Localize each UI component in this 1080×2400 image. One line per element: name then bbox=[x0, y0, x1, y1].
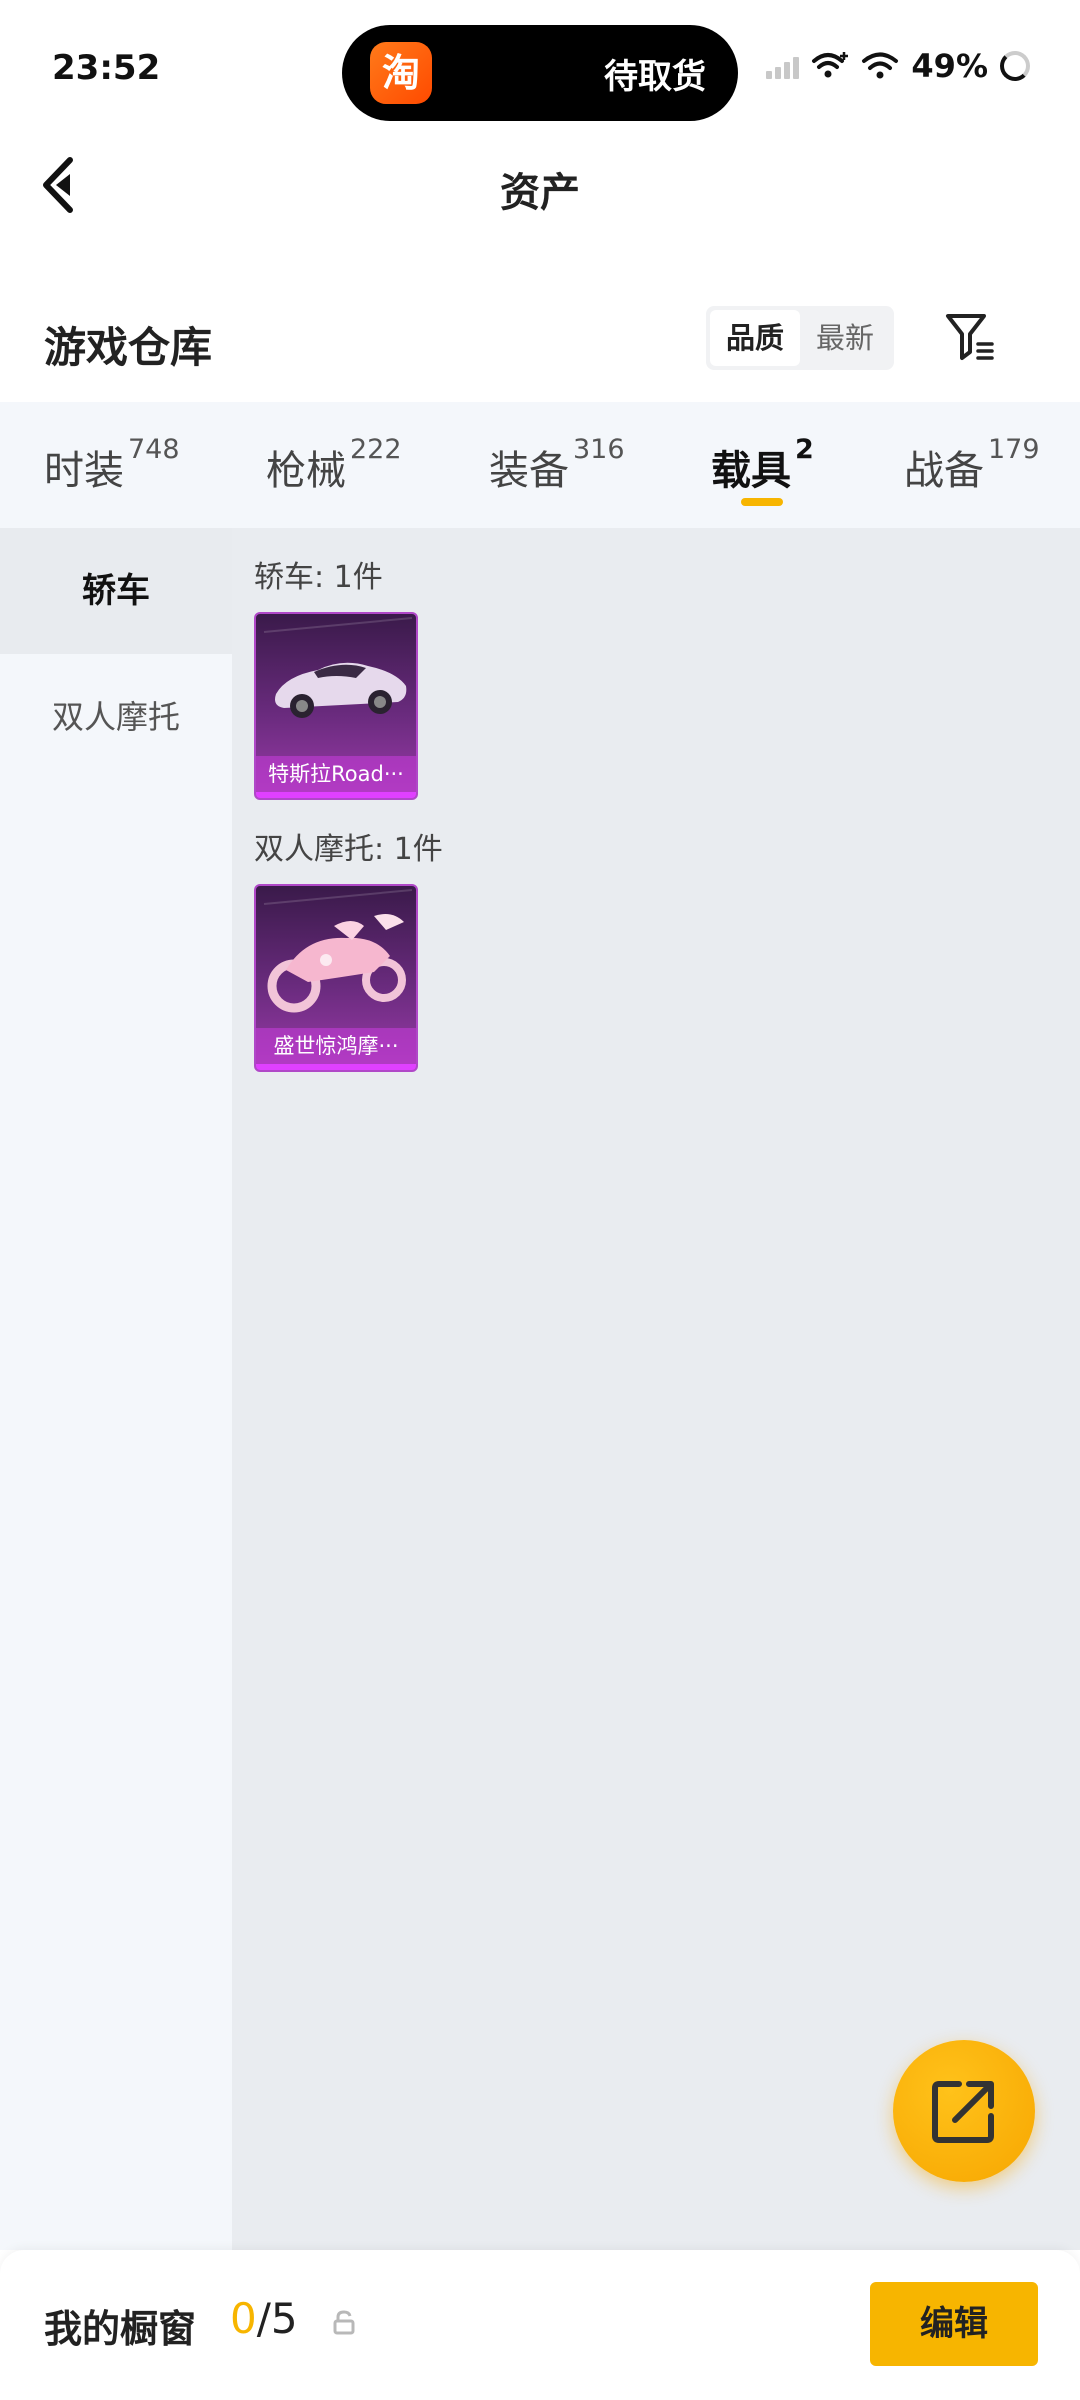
item-content: 轿车: 1件 特斯拉Road··· 双人摩托: 1件 盛世惊鸿摩··· bbox=[232, 528, 1080, 2250]
tab-count: 222 bbox=[350, 434, 402, 465]
warehouse-header: 游戏仓库 品质 最新 bbox=[0, 290, 1080, 400]
group-label-motorcycle: 双人摩托: 1件 bbox=[254, 832, 443, 867]
motorcycle-image bbox=[263, 889, 413, 1013]
tab-fashion[interactable]: 时装 748 bbox=[44, 434, 180, 496]
sidebar-item-sedan[interactable]: 轿车 bbox=[0, 528, 232, 654]
showcase-count: 0/5 bbox=[230, 2294, 298, 2343]
tab-vehicles[interactable]: 载具 2 bbox=[711, 434, 814, 496]
showcase-bar: 我的橱窗 0/5 编辑 bbox=[0, 2250, 1080, 2400]
nav-header: 资产 bbox=[0, 130, 1080, 240]
cellular-signal-icon bbox=[766, 53, 800, 79]
active-tab-indicator bbox=[741, 498, 783, 506]
lock-icon bbox=[333, 2310, 355, 2335]
tab-label: 装备 bbox=[489, 448, 569, 494]
group-label-sedan: 轿车: 1件 bbox=[254, 560, 383, 595]
tab-count: 2 bbox=[795, 434, 814, 465]
tab-label: 时装 bbox=[44, 448, 124, 494]
battery-ring-icon bbox=[1000, 51, 1030, 81]
battery-percentage: 49% bbox=[911, 47, 988, 85]
share-fab-button[interactable] bbox=[893, 2040, 1035, 2182]
page-title: 资产 bbox=[500, 170, 580, 216]
wifi-plus-icon bbox=[812, 52, 849, 78]
tab-equipment[interactable]: 装备 316 bbox=[489, 434, 625, 496]
status-time: 23:52 bbox=[52, 48, 161, 88]
item-name: 特斯拉Road··· bbox=[256, 756, 416, 792]
item-card-motorcycle[interactable]: 盛世惊鸿摩··· bbox=[254, 884, 418, 1072]
taobao-app-icon: 淘 bbox=[370, 42, 432, 104]
sort-quality-button[interactable]: 品质 bbox=[710, 310, 800, 366]
tab-label: 枪械 bbox=[266, 448, 346, 494]
tab-count: 748 bbox=[128, 434, 180, 465]
edit-button[interactable]: 编辑 bbox=[870, 2282, 1038, 2366]
warehouse-title: 游戏仓库 bbox=[44, 323, 213, 372]
tab-guns[interactable]: 枪械 222 bbox=[266, 434, 402, 496]
sidebar-item-two-seat-motorcycle[interactable]: 双人摩托 bbox=[0, 654, 232, 780]
tab-count: 179 bbox=[988, 434, 1040, 465]
share-external-icon bbox=[932, 2081, 994, 2143]
showcase-total: /5 bbox=[256, 2294, 298, 2343]
rarity-bar bbox=[256, 792, 416, 798]
category-tabs: 时装 748 枪械 222 装备 316 载具 2 战备 179 bbox=[0, 402, 1080, 528]
tab-label: 战备 bbox=[904, 448, 984, 494]
sort-toggle: 品质 最新 bbox=[706, 306, 894, 370]
filter-button[interactable] bbox=[940, 308, 1000, 368]
sub-category-sidebar: 轿车 双人摩托 bbox=[0, 528, 232, 2250]
tab-label: 载具 bbox=[711, 448, 791, 494]
island-status-text: 待取货 bbox=[604, 57, 706, 97]
status-bar: 23:52 淘 待取货 49% bbox=[0, 0, 1080, 130]
filter-icon bbox=[946, 314, 994, 360]
sort-newest-button[interactable]: 最新 bbox=[800, 310, 890, 366]
item-card-tesla[interactable]: 特斯拉Road··· bbox=[254, 612, 418, 800]
item-name: 盛世惊鸿摩··· bbox=[256, 1028, 416, 1064]
sports-car-image bbox=[263, 617, 413, 718]
rarity-bar bbox=[256, 1064, 416, 1070]
tab-combat-gear[interactable]: 战备 179 bbox=[904, 434, 1040, 496]
showcase-current-count: 0 bbox=[230, 2294, 257, 2343]
dynamic-island[interactable]: 淘 待取货 bbox=[342, 25, 738, 121]
showcase-label: 我的橱窗 bbox=[44, 2307, 197, 2351]
tab-count: 316 bbox=[573, 434, 625, 465]
status-indicators: 49% bbox=[766, 46, 1030, 86]
wifi-icon bbox=[862, 52, 899, 79]
